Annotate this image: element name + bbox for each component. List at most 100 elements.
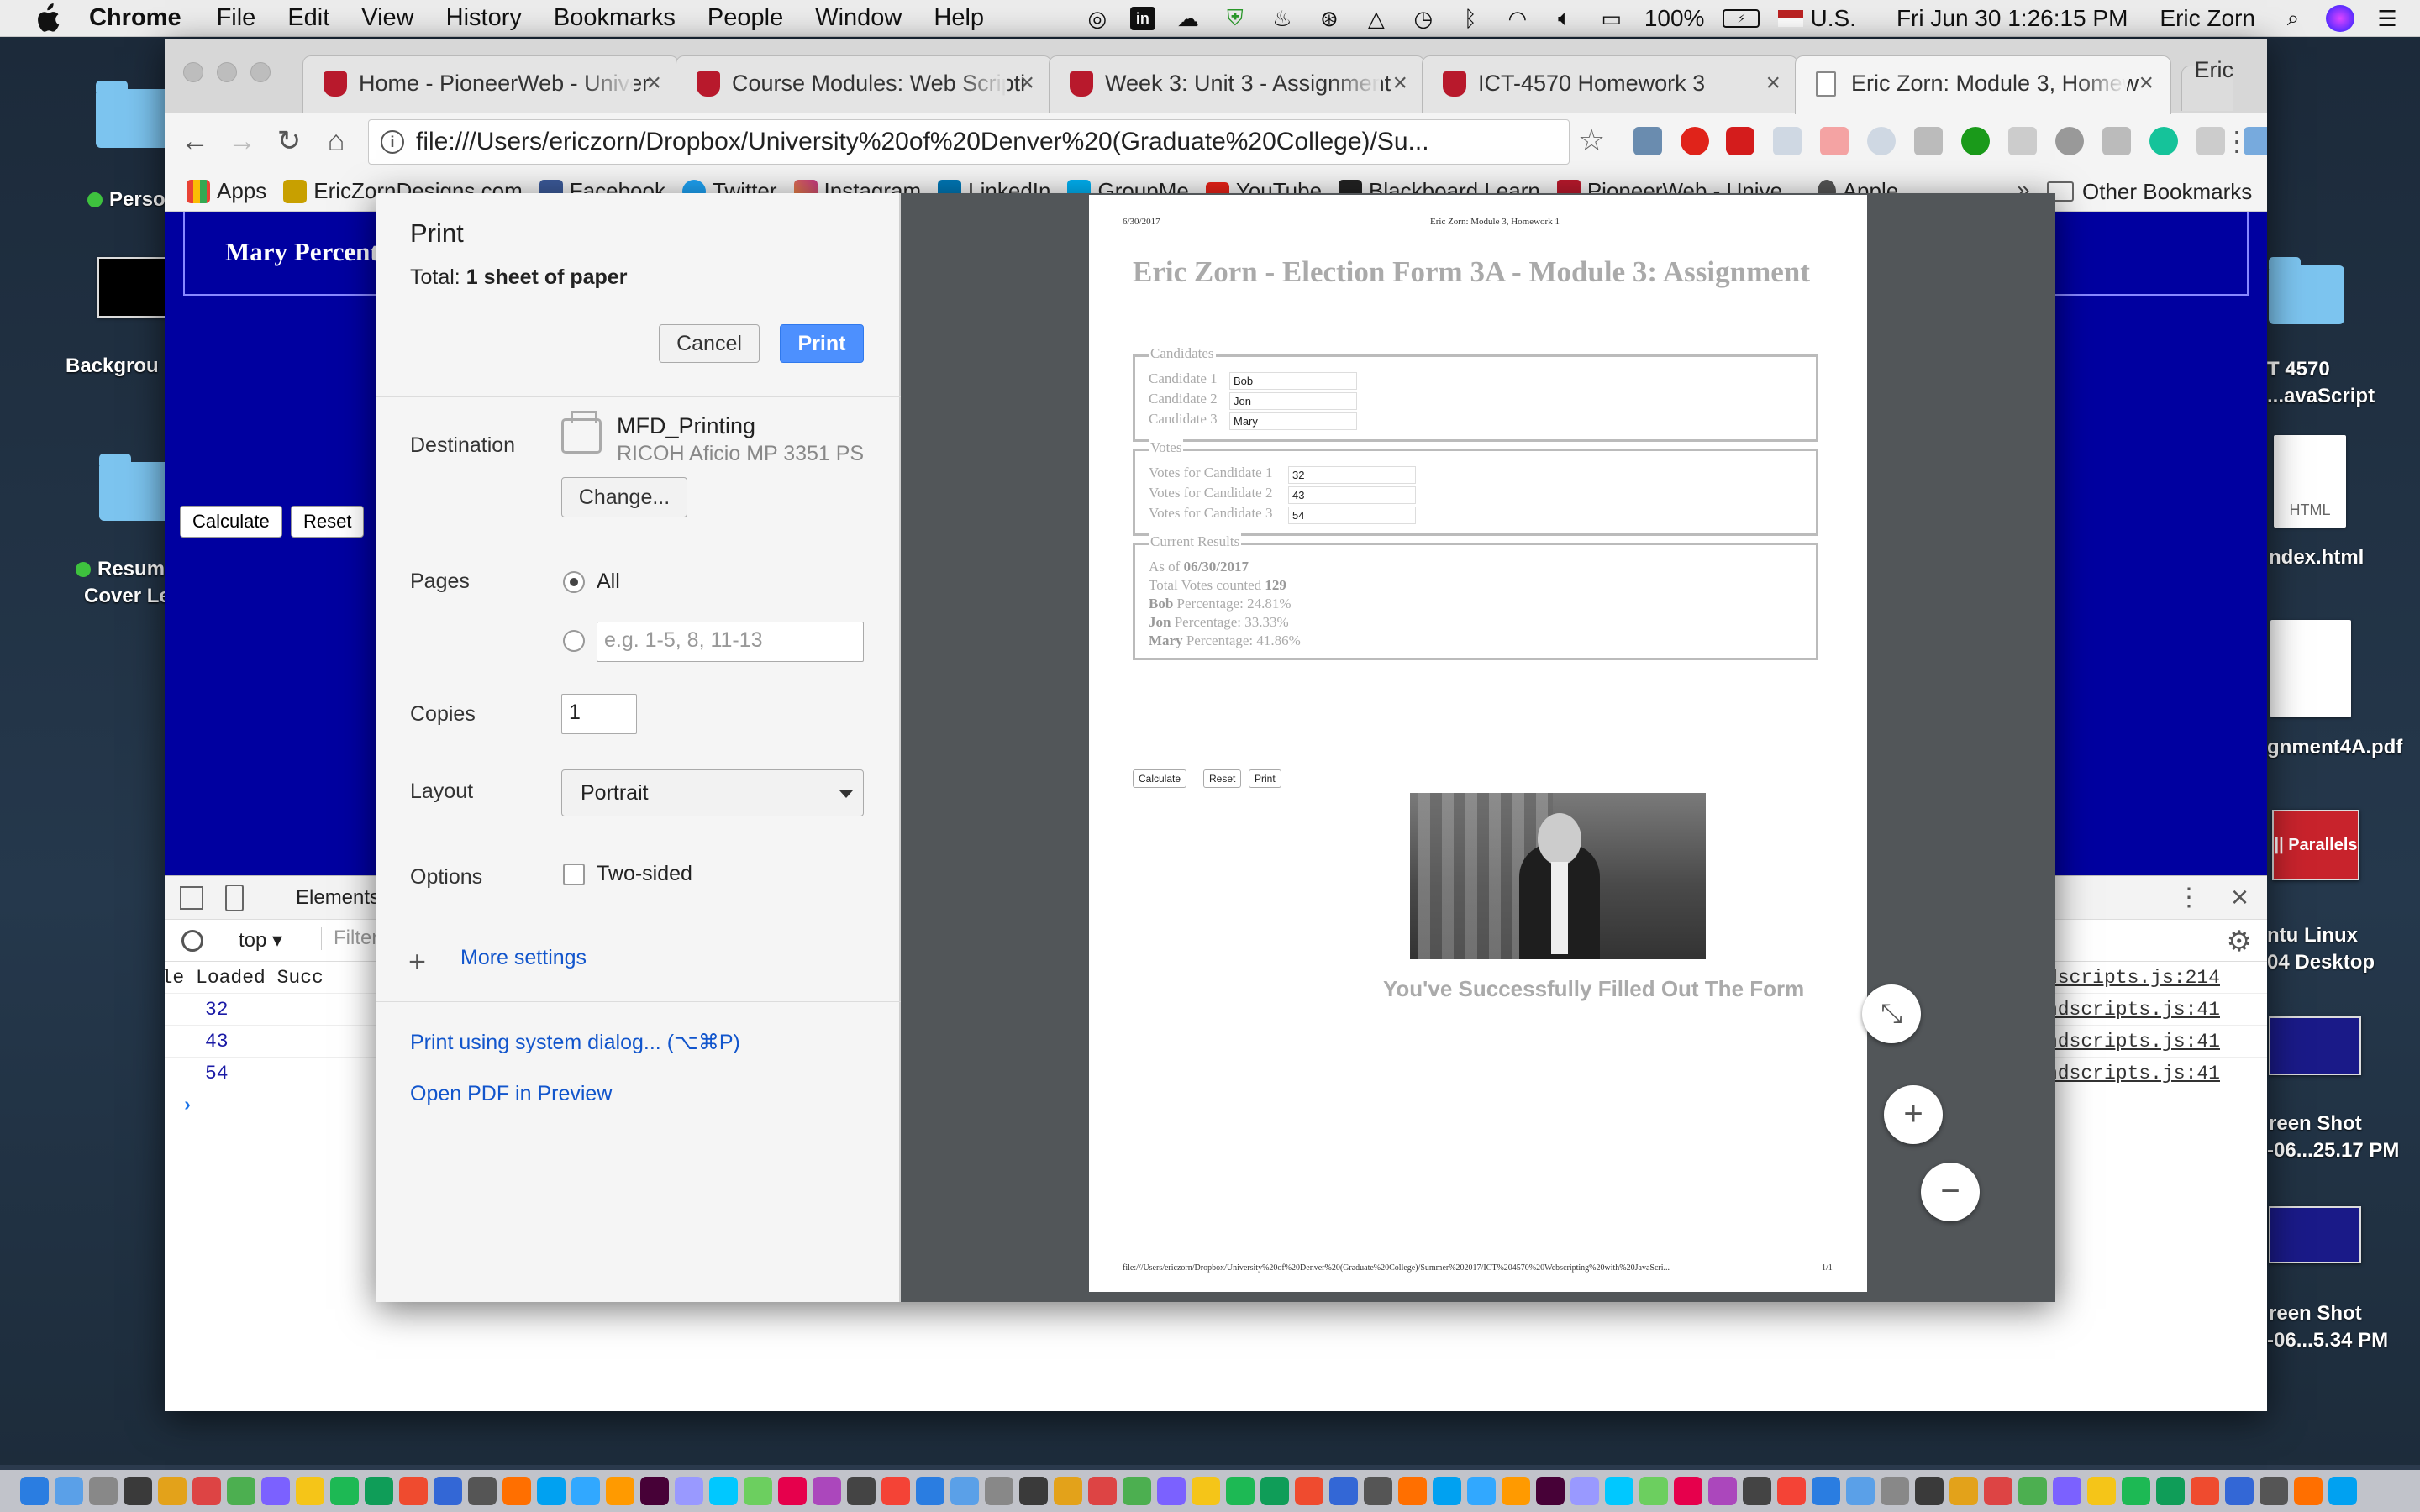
pages-all-radio[interactable] — [563, 571, 585, 593]
dock-app-icon[interactable] — [2018, 1477, 2047, 1505]
desktop-item-ict4570[interactable]: T 4570 — [2267, 358, 2330, 381]
cursor-icon[interactable]: ⊛ — [1315, 5, 1344, 32]
dock-app-icon[interactable] — [1812, 1477, 1840, 1505]
dropbox-extension-icon[interactable] — [1773, 127, 1802, 155]
volume-icon[interactable]: 🔈︎ — [1550, 5, 1579, 32]
battery-icon[interactable]: ⚡︎ — [1723, 9, 1760, 28]
page-reset-button[interactable]: Reset — [291, 506, 365, 538]
dock-app-icon[interactable] — [537, 1477, 566, 1505]
inspect-element-icon[interactable] — [180, 886, 203, 910]
dock-app-icon[interactable] — [1295, 1477, 1323, 1505]
console-settings-icon[interactable]: ⚙ — [2227, 925, 2252, 958]
parallels-icon[interactable]: || Parallels — [2272, 810, 2360, 880]
dock-app-icon[interactable] — [1639, 1477, 1668, 1505]
desktop-item-assignment-pdf[interactable]: gnment4A.pdf — [2267, 736, 2402, 759]
shield-icon[interactable]: ⛨ — [1221, 5, 1249, 32]
dock-app-icon[interactable] — [1570, 1477, 1599, 1505]
menu-edit[interactable]: Edit — [287, 4, 329, 32]
tab-eric-zorn-module3[interactable]: Eric Zorn: Module 3, Homew × — [1795, 55, 2171, 114]
tab-pioneerweb[interactable]: Home - PioneerWeb - Univer × — [302, 55, 679, 113]
dock-app-icon[interactable] — [571, 1477, 600, 1505]
flame-icon[interactable]: ♨ — [1268, 5, 1297, 32]
folder-icon[interactable] — [96, 81, 171, 148]
dock-app-icon[interactable] — [2225, 1477, 2254, 1505]
dock-app-icon[interactable] — [296, 1477, 324, 1505]
dock-app-icon[interactable] — [330, 1477, 359, 1505]
time-machine-icon[interactable]: ◷ — [1409, 5, 1438, 32]
system-dialog-link[interactable]: Print using system dialog... (⌥⌘P) — [410, 1030, 740, 1055]
menu-window[interactable]: Window — [815, 4, 902, 32]
dock-app-icon[interactable] — [606, 1477, 634, 1505]
folder-icon[interactable] — [2269, 257, 2344, 324]
dock-app-icon[interactable] — [124, 1477, 152, 1505]
dock-app-icon[interactable] — [2294, 1477, 2323, 1505]
info-icon[interactable]: i — [381, 130, 404, 154]
bluetooth-icon[interactable]: ᛒ — [1456, 5, 1485, 32]
dock-app-icon[interactable] — [675, 1477, 703, 1505]
open-pdf-link[interactable]: Open PDF in Preview — [410, 1082, 612, 1106]
dock-app-icon[interactable] — [1019, 1477, 1048, 1505]
dock-app-icon[interactable] — [778, 1477, 807, 1505]
dock-app-icon[interactable] — [2260, 1477, 2288, 1505]
dock-app-icon[interactable] — [1949, 1477, 1978, 1505]
minimize-window-button[interactable] — [217, 62, 237, 82]
other-bookmarks[interactable]: Other Bookmarks — [2047, 171, 2252, 212]
close-tab-icon[interactable]: × — [646, 56, 661, 110]
tab-course-modules[interactable]: Course Modules: Web Scripti × — [676, 55, 1052, 113]
menu-help[interactable]: Help — [934, 4, 984, 32]
bookmark-apps[interactable]: Apps — [187, 178, 266, 204]
menu-bookmarks[interactable]: Bookmarks — [554, 4, 676, 32]
dock-app-icon[interactable] — [2087, 1477, 2116, 1505]
desktop-item-screenshot-2b[interactable]: -06...5.34 PM — [2267, 1329, 2388, 1352]
calendar-extension-icon[interactable] — [1820, 127, 1849, 155]
dock-app-icon[interactable] — [1605, 1477, 1634, 1505]
desktop-item-ubuntu-2[interactable]: 04 Desktop — [2267, 951, 2375, 974]
dock-app-icon[interactable] — [2122, 1477, 2150, 1505]
dock-app-icon[interactable] — [1536, 1477, 1565, 1505]
close-tab-icon[interactable]: × — [1019, 56, 1034, 110]
console-source-link[interactable]: dscripts.js:214 — [2046, 962, 2220, 994]
dock-app-icon[interactable] — [1054, 1477, 1082, 1505]
drive-extension-icon[interactable] — [2008, 127, 2037, 155]
invision-icon[interactable]: in — [1129, 7, 1155, 30]
dock-app-icon[interactable] — [434, 1477, 462, 1505]
html-file-icon[interactable]: HTML — [2274, 435, 2346, 528]
dock-app-icon[interactable] — [55, 1477, 83, 1505]
console-source-link[interactable]: ndscripts.js:41 — [2046, 994, 2220, 1026]
dock-app-icon[interactable] — [365, 1477, 393, 1505]
close-tab-icon[interactable]: × — [2139, 56, 2154, 110]
dock-app-icon[interactable] — [261, 1477, 290, 1505]
bookmark-star-icon[interactable]: ☆ — [1578, 123, 1605, 158]
tab-ict4570[interactable]: ICT-4570 Homework 3 × — [1422, 55, 1798, 113]
dock-app-icon[interactable] — [192, 1477, 221, 1505]
dock-app-icon[interactable] — [1364, 1477, 1392, 1505]
desktop-item-resume[interactable]: Resum — [76, 558, 165, 581]
dock-app-icon[interactable] — [1846, 1477, 1875, 1505]
adblock-plus-icon[interactable] — [1726, 127, 1754, 155]
fit-to-page-icon[interactable]: ⤡ — [1862, 984, 1921, 1043]
dock-app-icon[interactable] — [399, 1477, 428, 1505]
wifi-icon[interactable]: ◠ — [1503, 5, 1532, 32]
siri-icon[interactable] — [2326, 5, 2354, 32]
dock-app-icon[interactable] — [468, 1477, 497, 1505]
check-extension-icon[interactable] — [1961, 127, 1990, 155]
dock-app-icon[interactable] — [2156, 1477, 2185, 1505]
desktop-item-ubuntu[interactable]: ntu Linux — [2267, 924, 2358, 948]
dock-app-icon[interactable] — [1743, 1477, 1771, 1505]
dock-app-icon[interactable] — [1123, 1477, 1151, 1505]
dock-app-icon[interactable] — [2053, 1477, 2081, 1505]
copies-input[interactable]: 1 — [561, 694, 637, 734]
flag-icon[interactable] — [1778, 10, 1804, 27]
apple-icon[interactable] — [30, 3, 64, 34]
dock-app-icon[interactable] — [950, 1477, 979, 1505]
folder-icon[interactable] — [99, 454, 175, 521]
change-destination-button[interactable]: Change... — [561, 477, 687, 517]
dock-app-icon[interactable] — [2191, 1477, 2219, 1505]
battery-percent[interactable]: 100% — [1644, 5, 1705, 32]
dock-app-icon[interactable] — [502, 1477, 531, 1505]
dock-app-icon[interactable] — [813, 1477, 841, 1505]
back-icon[interactable]: ← — [176, 123, 213, 160]
more-settings-link[interactable]: More settings — [460, 946, 587, 970]
dock-app-icon[interactable] — [744, 1477, 772, 1505]
menu-people[interactable]: People — [708, 4, 783, 32]
